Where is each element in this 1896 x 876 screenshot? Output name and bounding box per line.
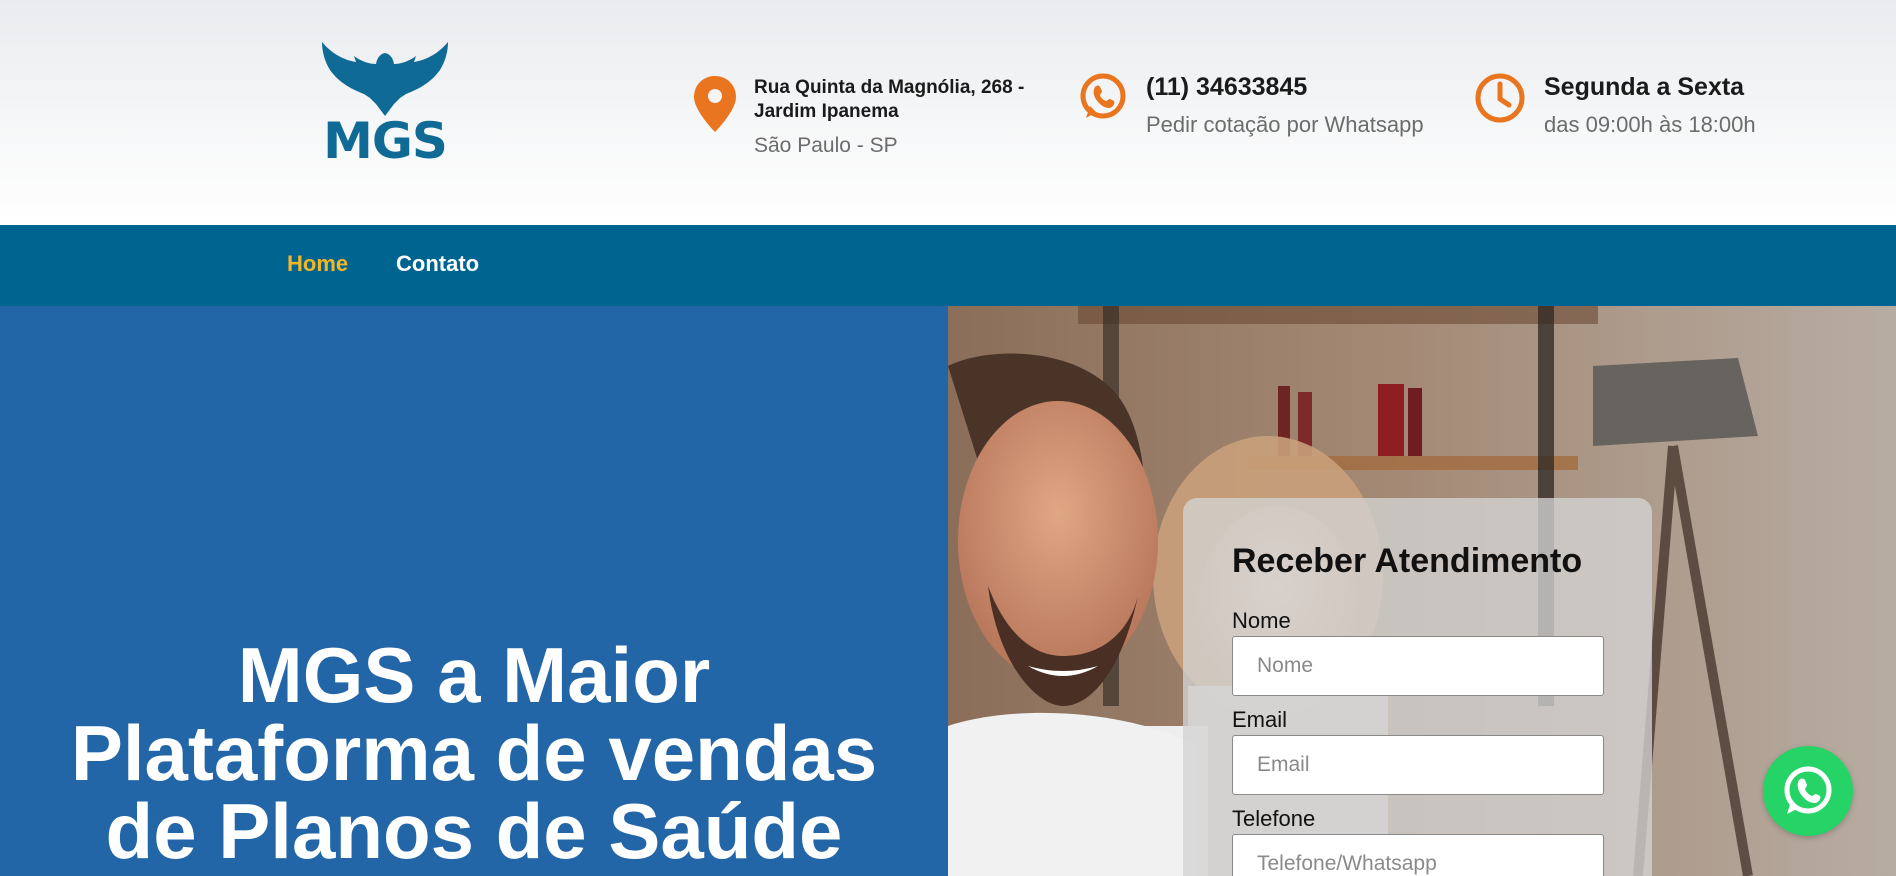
whatsapp-float-icon <box>1784 766 1832 814</box>
eagle-logo-icon <box>322 42 448 116</box>
whatsapp-float-button[interactable] <box>1763 746 1853 836</box>
hero-banner: MGS a Maior Plataforma de vendas de Plan… <box>0 306 948 876</box>
name-input[interactable] <box>1232 636 1604 696</box>
name-label: Nome <box>1232 608 1291 633</box>
lead-form: Receber Atendimento Nome Email Telefone <box>1183 498 1652 876</box>
nav-item-contato[interactable]: Contato <box>396 251 479 277</box>
map-pin-icon <box>694 76 736 137</box>
hours-block: Segunda a Sexta das 09:00h às 18:00h <box>1474 72 1756 138</box>
address-city: São Paulo - SP <box>754 134 898 157</box>
hours-time: das 09:00h às 18:00h <box>1544 112 1756 137</box>
email-input[interactable] <box>1232 735 1604 795</box>
email-label: Email <box>1232 707 1288 732</box>
hero-title: MGS a Maior Plataforma de vendas de Plan… <box>70 631 878 875</box>
logo-text: MGS <box>323 112 448 170</box>
phone-number[interactable]: (11) 34633845 <box>1146 72 1424 102</box>
address-block: Rua Quinta da Magnólia, 268 - Jardim Ipa… <box>694 76 1034 158</box>
logo[interactable]: MGS <box>320 38 450 170</box>
phone-block[interactable]: (11) 34633845 Pedir cotação por Whatsapp <box>1078 72 1424 138</box>
phone-subtitle: Pedir cotação por Whatsapp <box>1146 112 1424 137</box>
phone-input[interactable] <box>1232 834 1604 876</box>
phone-label: Telefone <box>1232 806 1316 831</box>
clock-icon <box>1474 72 1526 129</box>
site-header: MGS Rua Quinta da Magnólia, 268 - Jardim… <box>0 0 1896 225</box>
form-title: Receber Atendimento <box>1232 542 1583 580</box>
whatsapp-icon <box>1078 72 1128 127</box>
main-nav: Home Contato <box>0 225 1896 306</box>
address-line: Rua Quinta da Magnólia, 268 - Jardim Ipa… <box>754 77 1025 122</box>
hours-days: Segunda a Sexta <box>1544 73 1745 101</box>
nav-item-home[interactable]: Home <box>287 251 348 277</box>
